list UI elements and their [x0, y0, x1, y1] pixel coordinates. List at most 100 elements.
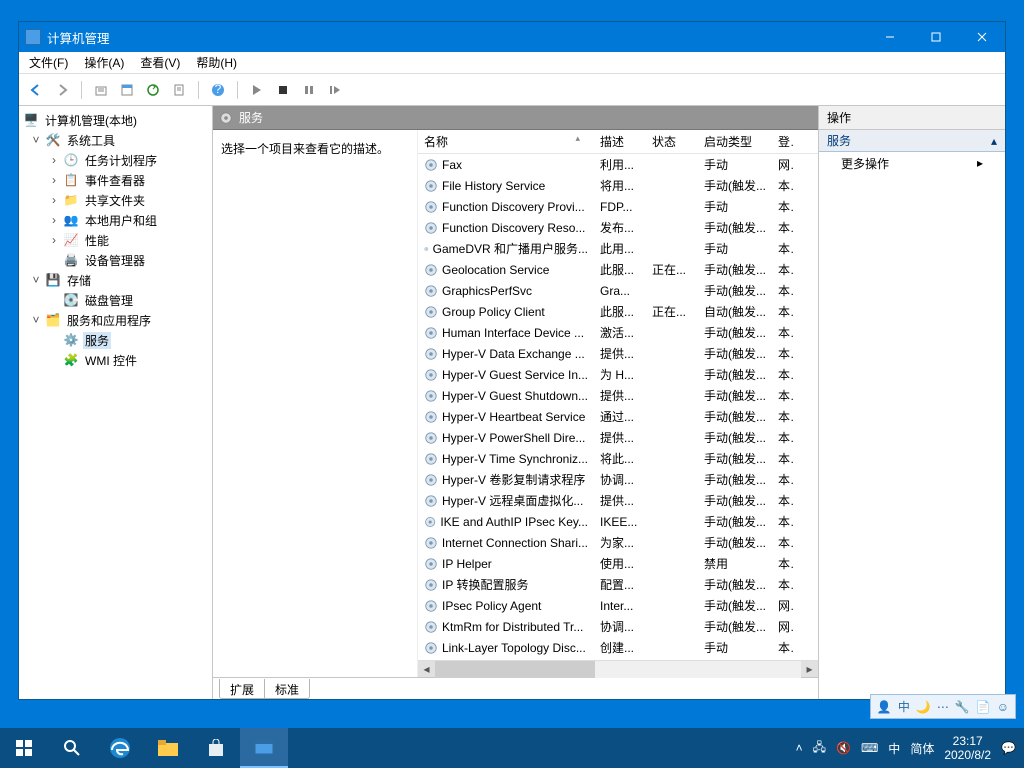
scroll-thumb[interactable]: [435, 661, 595, 678]
system-tray[interactable]: ˄ 🖧 🔇 ⌨ 中 简体 23:17 2020/8/2 💬: [796, 734, 1024, 762]
stop-button[interactable]: [272, 79, 294, 101]
service-row[interactable]: GraphicsPerfSvcGra...手动(触发...本: [418, 280, 818, 301]
network-icon[interactable]: 🖧: [813, 738, 826, 759]
title-bar[interactable]: 计算机管理: [19, 22, 1005, 52]
restart-button[interactable]: [324, 79, 346, 101]
tree-root[interactable]: 🖥️ 计算机管理(本地): [19, 110, 212, 130]
service-row[interactable]: Hyper-V 远程桌面虚拟化...提供...手动(触发...本: [418, 490, 818, 511]
col-state[interactable]: 状态: [646, 133, 698, 150]
scope-tree[interactable]: 🖥️ 计算机管理(本地) ˅🛠️系统工具 ›🕒任务计划程序 ›📋事件查看器 ›📁…: [19, 106, 213, 699]
service-row[interactable]: Hyper-V Heartbeat Service通过...手动(触发...本: [418, 406, 818, 427]
tools-icon: 🛠️: [45, 132, 61, 148]
notifications-icon[interactable]: 💬: [1001, 741, 1016, 755]
service-row[interactable]: Hyper-V Data Exchange ...提供...手动(触发...本: [418, 343, 818, 364]
wrench-icon[interactable]: 🔧: [955, 700, 970, 714]
play-button[interactable]: [246, 79, 268, 101]
service-row[interactable]: KtmRm for Distributed Tr...协调...手动(触发...…: [418, 616, 818, 637]
mmc-task[interactable]: [240, 728, 288, 768]
store-button[interactable]: [192, 728, 240, 768]
service-row[interactable]: Function Discovery Provi...FDP...手动本: [418, 196, 818, 217]
tree-device-manager[interactable]: 🖨️设备管理器: [19, 250, 212, 270]
scroll-right[interactable]: ▸: [801, 661, 818, 678]
clock[interactable]: 23:17 2020/8/2: [944, 734, 991, 762]
ime-mode-tray[interactable]: 简体: [910, 740, 934, 757]
list-header[interactable]: 名称▴ 描述 状态 启动类型 登: [418, 130, 818, 154]
service-row[interactable]: Hyper-V 卷影复制请求程序协调...手动(触发...本: [418, 469, 818, 490]
tree-system-tools[interactable]: ˅🛠️系统工具: [19, 130, 212, 150]
tab-extended[interactable]: 扩展: [219, 679, 265, 699]
col-name[interactable]: 名称▴: [418, 133, 594, 150]
maximize-button[interactable]: [913, 22, 959, 52]
list-rows[interactable]: Fax利用...手动网File History Service将用...手动(触…: [418, 154, 818, 660]
gear-icon: ⚙️: [63, 332, 79, 348]
moon-icon[interactable]: 🌙: [916, 700, 931, 714]
svg-text:?: ?: [215, 83, 222, 96]
search-button[interactable]: [48, 728, 96, 768]
tree-disk-management[interactable]: 💽磁盘管理: [19, 290, 212, 310]
service-row[interactable]: Hyper-V Guest Service In...为 H...手动(触发..…: [418, 364, 818, 385]
service-row[interactable]: Function Discovery Reso...发布...手动(触发...本: [418, 217, 818, 238]
menu-file[interactable]: 文件(F): [21, 52, 76, 73]
tree-event-viewer[interactable]: ›📋事件查看器: [19, 170, 212, 190]
tree-local-users[interactable]: ›👥本地用户和组: [19, 210, 212, 230]
export-button[interactable]: [168, 79, 190, 101]
scroll-left[interactable]: ◂: [418, 661, 435, 678]
dots-icon[interactable]: ⋯: [937, 700, 949, 714]
service-row[interactable]: Hyper-V Guest Shutdown...提供...手动(触发...本: [418, 385, 818, 406]
col-logon[interactable]: 登: [772, 133, 794, 150]
tree-services-apps[interactable]: ˅🗂️服务和应用程序: [19, 310, 212, 330]
service-row[interactable]: Internet Connection Shari...为家...手动(触发..…: [418, 532, 818, 553]
ime-lang-tray[interactable]: 中: [888, 740, 900, 757]
help-button[interactable]: ?: [207, 79, 229, 101]
keyboard-icon[interactable]: ⌨: [861, 741, 878, 755]
back-button[interactable]: [25, 79, 47, 101]
ime-float-bar[interactable]: 👤 中 🌙 ⋯ 🔧 📄 ☺: [870, 694, 1016, 719]
service-row[interactable]: Group Policy Client此服...正在...自动(触发...本: [418, 301, 818, 322]
minimize-button[interactable]: [867, 22, 913, 52]
taskbar[interactable]: ˄ 🖧 🔇 ⌨ 中 简体 23:17 2020/8/2 💬: [0, 728, 1024, 768]
service-row[interactable]: GameDVR 和广播用户服务...此用...手动本: [418, 238, 818, 259]
tab-standard[interactable]: 标准: [264, 679, 310, 699]
service-row[interactable]: Fax利用...手动网: [418, 154, 818, 175]
tree-task-scheduler[interactable]: ›🕒任务计划程序: [19, 150, 212, 170]
service-row[interactable]: IPsec Policy AgentInter...手动(触发...网: [418, 595, 818, 616]
edge-button[interactable]: [96, 728, 144, 768]
service-row[interactable]: IP 转换配置服务配置...手动(触发...本: [418, 574, 818, 595]
smile-icon[interactable]: ☺: [997, 700, 1009, 714]
up-button[interactable]: [90, 79, 112, 101]
menu-bar: 文件(F) 操作(A) 查看(V) 帮助(H): [19, 52, 1005, 74]
window-title: 计算机管理: [47, 28, 867, 47]
pause-button[interactable]: [298, 79, 320, 101]
close-button[interactable]: [959, 22, 1005, 52]
tree-services[interactable]: ⚙️服务: [19, 330, 212, 350]
tray-up-icon[interactable]: ˄: [796, 741, 803, 755]
menu-help[interactable]: 帮助(H): [188, 52, 245, 73]
start-button[interactable]: [0, 728, 48, 768]
tree-shared-folders[interactable]: ›📁共享文件夹: [19, 190, 212, 210]
note-icon[interactable]: 📄: [976, 700, 991, 714]
actions-section[interactable]: 服务▴: [819, 130, 1005, 152]
service-row[interactable]: Hyper-V PowerShell Dire...提供...手动(触发...本: [418, 427, 818, 448]
col-start[interactable]: 启动类型: [698, 133, 772, 150]
menu-action[interactable]: 操作(A): [76, 52, 132, 73]
col-desc[interactable]: 描述: [594, 133, 646, 150]
service-row[interactable]: Hyper-V Time Synchroniz...将此...手动(触发...本: [418, 448, 818, 469]
service-row[interactable]: File History Service将用...手动(触发...本: [418, 175, 818, 196]
h-scrollbar[interactable]: ◂ ▸: [418, 660, 818, 677]
forward-button[interactable]: [51, 79, 73, 101]
service-row[interactable]: IP Helper使用...禁用本: [418, 553, 818, 574]
more-actions[interactable]: 更多操作▸: [819, 152, 1005, 174]
service-row[interactable]: Geolocation Service此服...正在...手动(触发...本: [418, 259, 818, 280]
menu-view[interactable]: 查看(V): [132, 52, 188, 73]
tree-performance[interactable]: ›📈性能: [19, 230, 212, 250]
volume-icon[interactable]: 🔇: [836, 741, 851, 755]
props-button[interactable]: [116, 79, 138, 101]
tree-storage[interactable]: ˅💾存储: [19, 270, 212, 290]
explorer-button[interactable]: [144, 728, 192, 768]
tree-wmi[interactable]: 🧩WMI 控件: [19, 350, 212, 370]
service-row[interactable]: IKE and AuthIP IPsec Key...IKEE...手动(触发.…: [418, 511, 818, 532]
refresh-button[interactable]: [142, 79, 164, 101]
service-row[interactable]: Human Interface Device ...激活...手动(触发...本: [418, 322, 818, 343]
ime-lang[interactable]: 中: [898, 698, 910, 715]
service-row[interactable]: Link-Layer Topology Disc...创建...手动本: [418, 637, 818, 658]
